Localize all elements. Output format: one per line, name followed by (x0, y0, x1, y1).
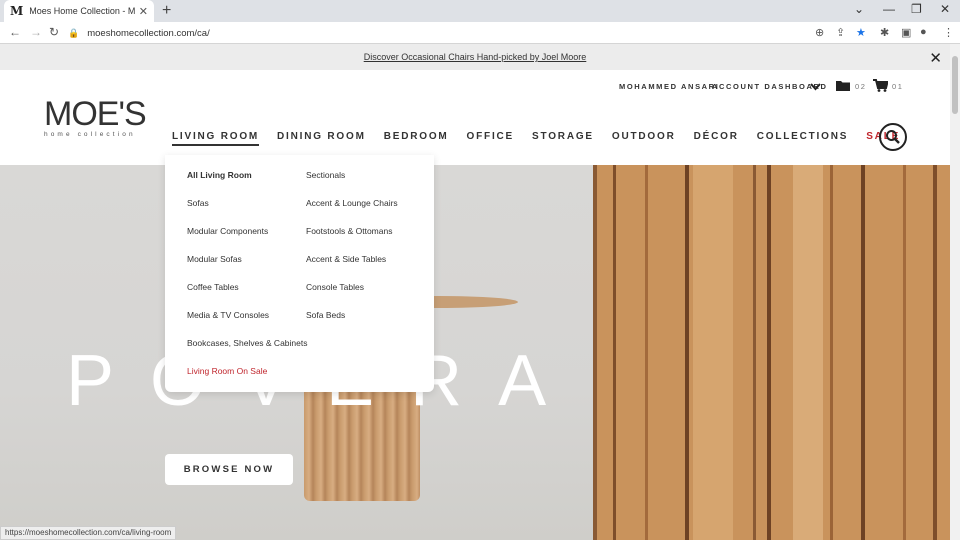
chevron-down-icon[interactable] (810, 82, 821, 91)
logo-tagline: home collection (44, 131, 136, 138)
announcement-close-icon[interactable]: ✕ (929, 49, 942, 67)
profile-icon[interactable]: ● (920, 26, 927, 38)
link-sectionals[interactable]: Sectionals (306, 169, 398, 197)
tab-title: Moes Home Collection - Moe's H (29, 6, 135, 16)
logo-wordmark: MOE'S (44, 95, 147, 133)
forward-icon[interactable]: → (30, 25, 42, 39)
site-header: MOE'S home collection MOHAMMED ANSARI AC… (0, 70, 950, 165)
folder-count: 02 (855, 82, 867, 91)
announcement-bar: Discover Occasional Chairs Hand-picked b… (0, 44, 950, 70)
nav-storage[interactable]: STORAGE (532, 131, 594, 146)
link-living-room-sale[interactable]: Living Room On Sale (187, 365, 307, 393)
nav-office[interactable]: OFFICE (467, 131, 514, 146)
nav-outdoor[interactable]: OUTDOOR (612, 131, 676, 146)
tab-close-icon[interactable]: ✕ (139, 5, 148, 18)
share-icon[interactable]: ⇪ (836, 26, 845, 39)
nav-decor[interactable]: DÉCOR (694, 131, 739, 146)
link-modular-sofas[interactable]: Modular Sofas (187, 253, 307, 281)
link-footstools-ottomans[interactable]: Footstools & Ottomans (306, 225, 398, 253)
link-sofas[interactable]: Sofas (187, 197, 307, 225)
search-button[interactable] (879, 123, 907, 151)
folder-icon[interactable] (836, 80, 850, 91)
side-panel-icon[interactable]: ▣ (901, 26, 911, 39)
link-bookcases[interactable]: Bookcases, Shelves & Cabinets (187, 337, 307, 365)
lock-icon: 🔒 (68, 27, 80, 38)
link-sofa-beds[interactable]: Sofa Beds (306, 309, 398, 337)
nav-bedroom[interactable]: BEDROOM (384, 131, 449, 146)
page-scrollbar[interactable] (950, 44, 960, 540)
bookmark-star-icon[interactable]: ★ (856, 26, 866, 39)
link-all-living-room[interactable]: All Living Room (187, 169, 307, 197)
living-room-dropdown: All Living Room Sofas Modular Components… (165, 155, 434, 392)
new-tab-icon[interactable]: + (162, 2, 171, 20)
scrollbar-thumb[interactable] (952, 56, 958, 114)
restore-icon[interactable]: ❐ (911, 2, 922, 16)
nav-dining-room[interactable]: DINING ROOM (277, 131, 366, 146)
extensions-icon[interactable]: ✱ (880, 26, 889, 39)
nav-living-room[interactable]: LIVING ROOM (172, 131, 260, 146)
user-name-link[interactable]: MOHAMMED ANSARI (619, 82, 719, 91)
nav-collections[interactable]: COLLECTIONS (757, 131, 848, 146)
browser-menu-icon[interactable]: ⋮ (943, 26, 954, 39)
tab-search-icon[interactable]: ⌄ (854, 2, 864, 16)
status-url-bar: https://moeshomecollection.com/ca/living… (0, 526, 177, 540)
url-text: moeshomecollection.com/ca/ (87, 27, 210, 39)
favicon-icon: M (10, 4, 24, 18)
hero-banner: POVERA BROWSE NOW (0, 165, 950, 540)
site-logo[interactable]: MOE'S home collection (44, 95, 148, 138)
dropdown-column-2: Sectionals Accent & Lounge Chairs Footst… (306, 169, 398, 337)
cart-count: 01 (892, 82, 904, 91)
link-modular-components[interactable]: Modular Components (187, 225, 307, 253)
install-app-icon[interactable]: ⊕ (815, 26, 824, 39)
back-icon[interactable]: ← (9, 25, 21, 39)
main-nav: LIVING ROOM DINING ROOM BEDROOM OFFICE S… (172, 131, 918, 146)
wood-slat-image (593, 165, 950, 540)
browser-tab[interactable]: M Moes Home Collection - Moe's H ✕ (4, 0, 154, 22)
address-bar-row: ← → ↻ 🔒 moeshomecollection.com/ca/ ⊕ ⇪ ★… (0, 22, 960, 44)
dropdown-column-1: All Living Room Sofas Modular Components… (187, 169, 307, 393)
link-media-tv-consoles[interactable]: Media & TV Consoles (187, 309, 307, 337)
link-accent-side-tables[interactable]: Accent & Side Tables (306, 253, 398, 281)
cart-icon[interactable] (873, 79, 888, 92)
link-console-tables[interactable]: Console Tables (306, 281, 398, 309)
url-field[interactable]: 🔒 moeshomecollection.com/ca/ (68, 24, 806, 42)
announcement-link[interactable]: Discover Occasional Chairs Hand-picked b… (364, 52, 587, 62)
link-coffee-tables[interactable]: Coffee Tables (187, 281, 307, 309)
window-close-icon[interactable]: ✕ (940, 2, 950, 16)
reload-icon[interactable]: ↻ (49, 25, 59, 39)
link-accent-lounge-chairs[interactable]: Accent & Lounge Chairs (306, 197, 398, 225)
browser-tab-strip: M Moes Home Collection - Moe's H ✕ + ⌄ —… (0, 0, 960, 22)
search-icon (886, 130, 900, 144)
minimize-icon[interactable]: — (883, 2, 895, 16)
browse-now-button[interactable]: BROWSE NOW (165, 454, 293, 485)
